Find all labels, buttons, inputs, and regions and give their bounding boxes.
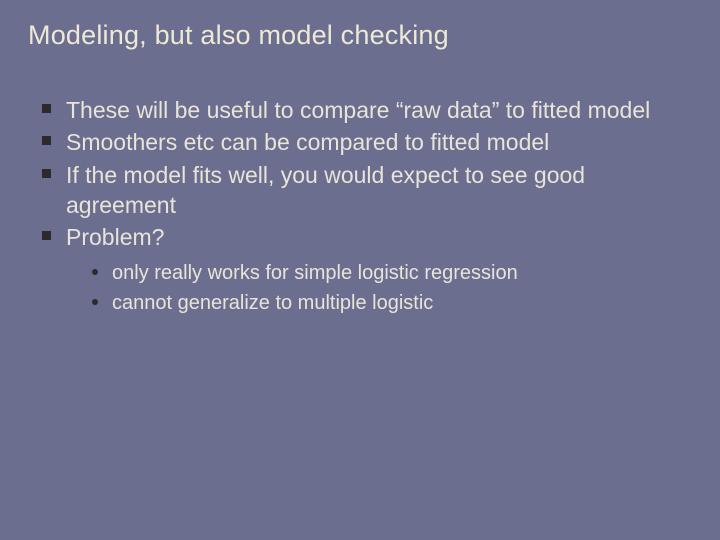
sub-bullet-list: only really works for simple logistic re… bbox=[66, 259, 692, 317]
bullet-text: If the model fits well, you would expect… bbox=[66, 162, 585, 218]
bullet-item: Problem? only really works for simple lo… bbox=[38, 222, 692, 316]
sub-bullet-text: cannot generalize to multiple logistic bbox=[112, 292, 433, 314]
sub-bullet-text: only really works for simple logistic re… bbox=[112, 262, 518, 284]
sub-bullet-item: only really works for simple logistic re… bbox=[90, 259, 692, 287]
bullet-list: These will be useful to compare “raw dat… bbox=[28, 95, 692, 317]
bullet-item: If the model fits well, you would expect… bbox=[38, 160, 692, 221]
bullet-item: These will be useful to compare “raw dat… bbox=[38, 95, 692, 125]
bullet-item: Smoothers etc can be compared to fitted … bbox=[38, 127, 692, 157]
sub-bullet-item: cannot generalize to multiple logistic bbox=[90, 289, 692, 317]
bullet-text: Problem? bbox=[66, 224, 164, 250]
slide-title: Modeling, but also model checking bbox=[28, 20, 692, 51]
bullet-text: These will be useful to compare “raw dat… bbox=[66, 97, 650, 123]
bullet-text: Smoothers etc can be compared to fitted … bbox=[66, 129, 549, 155]
slide: Modeling, but also model checking These … bbox=[0, 0, 720, 540]
